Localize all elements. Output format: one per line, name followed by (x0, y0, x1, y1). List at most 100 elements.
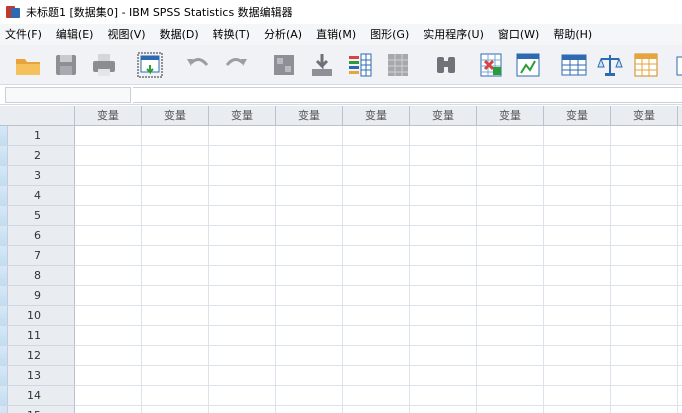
data-cell[interactable] (544, 126, 611, 146)
data-cell[interactable] (142, 166, 209, 186)
undo-icon[interactable] (184, 51, 212, 79)
column-header[interactable]: 变量 (75, 106, 142, 126)
row-header[interactable]: 14 (0, 386, 75, 406)
row-header[interactable]: 2 (0, 146, 75, 166)
row-header[interactable]: 1 (0, 126, 75, 146)
data-cell[interactable] (75, 366, 142, 386)
data-cell[interactable] (343, 206, 410, 226)
data-cell[interactable] (544, 186, 611, 206)
data-cell[interactable] (343, 346, 410, 366)
select-cases-icon[interactable] (632, 51, 660, 79)
data-cell[interactable] (75, 186, 142, 206)
data-cell[interactable] (477, 326, 544, 346)
data-cell[interactable] (678, 406, 682, 413)
data-cell[interactable] (410, 406, 477, 413)
data-cell[interactable] (343, 126, 410, 146)
data-cell[interactable] (75, 306, 142, 326)
data-cell[interactable] (209, 286, 276, 306)
find-icon[interactable] (384, 51, 412, 79)
data-cell[interactable] (477, 306, 544, 326)
data-cell[interactable] (678, 366, 682, 386)
data-cell[interactable] (209, 406, 276, 413)
row-header[interactable]: 10 (0, 306, 75, 326)
data-cell[interactable] (343, 266, 410, 286)
row-header[interactable]: 13 (0, 366, 75, 386)
data-cell[interactable] (276, 206, 343, 226)
row-header[interactable]: 6 (0, 226, 75, 246)
data-cell[interactable] (142, 386, 209, 406)
data-cell[interactable] (410, 226, 477, 246)
data-cell[interactable] (678, 326, 682, 346)
data-cell[interactable] (75, 226, 142, 246)
data-cell[interactable] (678, 146, 682, 166)
data-cell[interactable] (611, 166, 678, 186)
row-header[interactable]: 9 (0, 286, 75, 306)
data-cell[interactable] (209, 126, 276, 146)
data-cell[interactable] (477, 266, 544, 286)
more-tools-icon[interactable] (668, 51, 682, 79)
data-cell[interactable] (410, 206, 477, 226)
data-cell[interactable] (410, 306, 477, 326)
column-header[interactable]: 变量 (477, 106, 544, 126)
data-cell[interactable] (343, 326, 410, 346)
data-cell[interactable] (611, 226, 678, 246)
data-cell[interactable] (209, 306, 276, 326)
data-cell[interactable] (410, 146, 477, 166)
data-cell[interactable] (276, 166, 343, 186)
data-cell[interactable] (142, 186, 209, 206)
row-header[interactable]: 5 (0, 206, 75, 226)
data-cell[interactable] (678, 266, 682, 286)
data-cell[interactable] (544, 366, 611, 386)
data-cell[interactable] (611, 286, 678, 306)
data-cell[interactable] (209, 206, 276, 226)
data-cell[interactable] (410, 366, 477, 386)
data-cell[interactable] (343, 406, 410, 413)
cell-reference-box[interactable] (5, 87, 131, 103)
data-cell[interactable] (678, 246, 682, 266)
row-header[interactable]: 15 (0, 406, 75, 413)
data-cell[interactable] (477, 186, 544, 206)
print-icon[interactable] (90, 51, 118, 79)
data-cell[interactable] (477, 406, 544, 413)
data-cell[interactable] (276, 386, 343, 406)
data-cell[interactable] (544, 226, 611, 246)
data-cell[interactable] (410, 386, 477, 406)
data-cell[interactable] (544, 326, 611, 346)
grid-corner[interactable] (0, 106, 75, 126)
data-cell[interactable] (209, 326, 276, 346)
data-cell[interactable] (477, 146, 544, 166)
column-header[interactable]: 变量 (142, 106, 209, 126)
data-cell[interactable] (276, 326, 343, 346)
data-cell[interactable] (477, 286, 544, 306)
data-cell[interactable] (410, 186, 477, 206)
data-cell[interactable] (611, 306, 678, 326)
data-cell[interactable] (142, 146, 209, 166)
data-cell[interactable] (611, 346, 678, 366)
data-cell[interactable] (544, 346, 611, 366)
data-cell[interactable] (75, 406, 142, 413)
data-cell[interactable] (343, 246, 410, 266)
data-cell[interactable] (544, 306, 611, 326)
data-cell[interactable] (75, 386, 142, 406)
goto-variable-icon[interactable] (308, 51, 336, 79)
data-cell[interactable] (209, 166, 276, 186)
menu-data[interactable]: 数据(D) (153, 24, 206, 45)
column-header[interactable]: 变量 (276, 106, 343, 126)
data-cell[interactable] (343, 386, 410, 406)
data-cell[interactable] (477, 126, 544, 146)
data-cell[interactable] (611, 246, 678, 266)
data-cell[interactable] (142, 126, 209, 146)
data-cell[interactable] (75, 286, 142, 306)
data-cell[interactable] (611, 386, 678, 406)
data-cell[interactable] (276, 186, 343, 206)
data-cell[interactable] (678, 306, 682, 326)
data-cell[interactable] (142, 346, 209, 366)
goto-case-icon[interactable] (270, 51, 298, 79)
data-cell[interactable] (678, 166, 682, 186)
data-cell[interactable] (611, 326, 678, 346)
data-cell[interactable] (343, 306, 410, 326)
data-cell[interactable] (142, 366, 209, 386)
data-cell[interactable] (75, 246, 142, 266)
data-cell[interactable] (75, 166, 142, 186)
data-cell[interactable] (75, 326, 142, 346)
